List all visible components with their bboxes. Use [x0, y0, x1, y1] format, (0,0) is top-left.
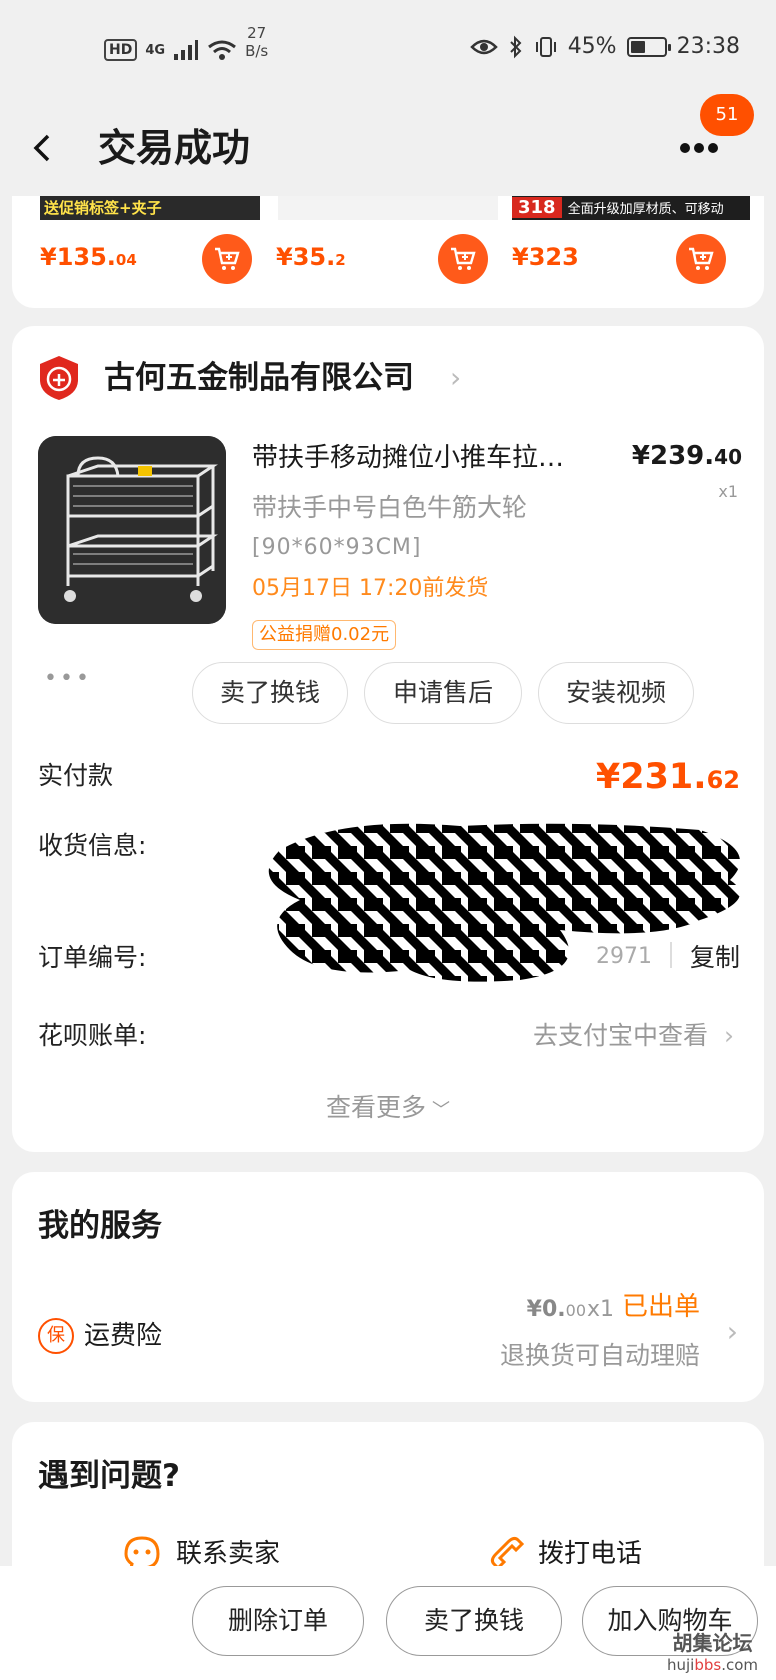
product-spec: 带扶手中号白色牛筋大轮 — [252, 493, 528, 522]
services-card: 我的服务 保 运费险 ¥0.00 x1 已出单 退换货可自动理赔 › — [12, 1172, 764, 1402]
recommend-price-1: ¥135.04 — [40, 243, 137, 271]
see-more-button[interactable]: 查看更多 ﹀ — [12, 1088, 764, 1131]
product-quantity: x1 — [718, 482, 738, 501]
speed-value: 27 — [247, 24, 267, 42]
shop-name[interactable]: 古何五金制品有限公司 — [104, 354, 414, 402]
chevron-down-icon: ﹀ — [432, 1100, 450, 1121]
cart-icon — [451, 247, 476, 270]
recommend-banner-text: 全面升级加厚材质、可移动 — [567, 202, 724, 217]
recommend-image-3[interactable]: 318 全面升级加厚材质、可移动 — [512, 196, 750, 220]
insurance-status: 已出单 — [621, 1292, 700, 1322]
install-video-button[interactable]: 安装视频 — [538, 662, 694, 724]
delete-order-button[interactable]: 删除订单 — [192, 1586, 364, 1656]
product-title[interactable]: 带扶手移动摊位小推车拉… — [252, 438, 602, 478]
product-size: [90*60*93CM] — [252, 535, 422, 560]
order-number-label: 订单编号: — [38, 943, 147, 972]
freight-insurance-name[interactable]: 运费险 — [84, 1314, 162, 1358]
bluetooth-icon — [509, 35, 522, 58]
add-to-cart-button[interactable] — [676, 234, 726, 284]
product-image[interactable] — [38, 436, 226, 624]
speed-unit: B/s — [245, 42, 269, 60]
paid-label: 实付款 — [38, 761, 114, 790]
dot-icon — [694, 143, 704, 153]
recommend-price-2: ¥35.2 — [276, 243, 346, 271]
net-speed: 27 B/s — [245, 24, 285, 70]
network-indicator: 4G — [145, 42, 166, 58]
recommend-price-3: ¥323 — [512, 243, 579, 271]
resell-button[interactable]: 卖了换钱 — [192, 662, 348, 724]
ship-time: 05月17日 17:20前发货 — [252, 576, 489, 601]
wifi-icon — [208, 40, 236, 60]
eye-icon — [469, 39, 498, 54]
message-badge[interactable]: 51 — [700, 94, 754, 136]
services-title: 我的服务 — [38, 1208, 162, 1244]
recommend-tag: 318 — [512, 197, 562, 218]
battery-percent: 45% — [567, 34, 617, 59]
signal-icon — [174, 40, 199, 60]
redaction-scribble — [268, 823, 740, 982]
insurance-desc: 退换货可自动理赔 — [499, 1341, 700, 1370]
insurance-price: ¥0.00 — [526, 1297, 586, 1322]
after-sale-button[interactable]: 申请售后 — [364, 662, 522, 724]
chevron-left-icon — [33, 134, 50, 162]
watermark-title: 胡集论坛 — [672, 1631, 753, 1655]
recommend-image-2[interactable] — [278, 196, 498, 220]
more-actions-button[interactable]: ••• — [44, 666, 92, 691]
watermark-url: hujibbs.com — [666, 1656, 758, 1674]
charity-badge: 公益捐赠0.02元 — [252, 620, 397, 650]
back-button[interactable] — [30, 118, 70, 178]
chevron-right-icon[interactable]: › — [727, 1312, 738, 1352]
status-bar: HD 4G 27 B/s 45% 23:38 — [0, 0, 776, 100]
site-watermark: 胡集论坛 hujibbs.com — [667, 1630, 758, 1674]
dot-icon — [680, 143, 690, 153]
add-to-cart-button[interactable] — [202, 234, 252, 284]
chevron-right-icon: › — [724, 1021, 734, 1050]
bottom-action-bar: 删除订单 卖了换钱 加入购物车 胡集论坛 hujibbs.com — [0, 1566, 776, 1680]
paid-amount: ¥231.62 — [595, 757, 740, 797]
insurance-qty: x1 — [586, 1297, 614, 1322]
cart-icon — [215, 247, 240, 270]
recommend-strip: 送促销标签+夹子 318 全面升级加厚材质、可移动 ¥135.04 ¥35.2 ¥… — [12, 196, 764, 308]
huabei-label: 花呗账单: — [38, 1021, 147, 1050]
dot-icon — [708, 143, 718, 153]
insurance-icon: 保 — [38, 1318, 74, 1354]
vibrate-icon — [535, 36, 556, 57]
cart-icon — [689, 247, 714, 270]
status-left: HD 4G 27 B/s — [104, 24, 285, 70]
battery-icon — [626, 36, 671, 57]
recommend-image-1[interactable]: 送促销标签+夹子 — [40, 196, 260, 220]
product-cart-image — [38, 436, 226, 624]
enterprise-shop-icon — [40, 356, 78, 400]
add-to-cart-button[interactable] — [438, 234, 488, 284]
resell-bottom-button[interactable]: 卖了换钱 — [386, 1586, 562, 1656]
chevron-right-icon[interactable]: › — [450, 354, 461, 402]
huabei-link[interactable]: 去支付宝中查看 › — [533, 1016, 734, 1056]
problem-title: 遇到问题? — [38, 1458, 180, 1494]
page-header: 交易成功 51 — [0, 94, 776, 196]
hd-indicator: HD — [104, 39, 138, 61]
clock: 23:38 — [676, 34, 740, 59]
product-price: ¥239.40 — [631, 441, 742, 471]
address-label: 收货信息: — [38, 831, 147, 860]
status-right: 45% 23:38 — [469, 34, 740, 59]
page-title: 交易成功 — [98, 126, 251, 170]
order-card: 古何五金制品有限公司 › 带扶手移动摊位小推车拉… ¥239.40 x1 带扶手… — [12, 326, 764, 1152]
